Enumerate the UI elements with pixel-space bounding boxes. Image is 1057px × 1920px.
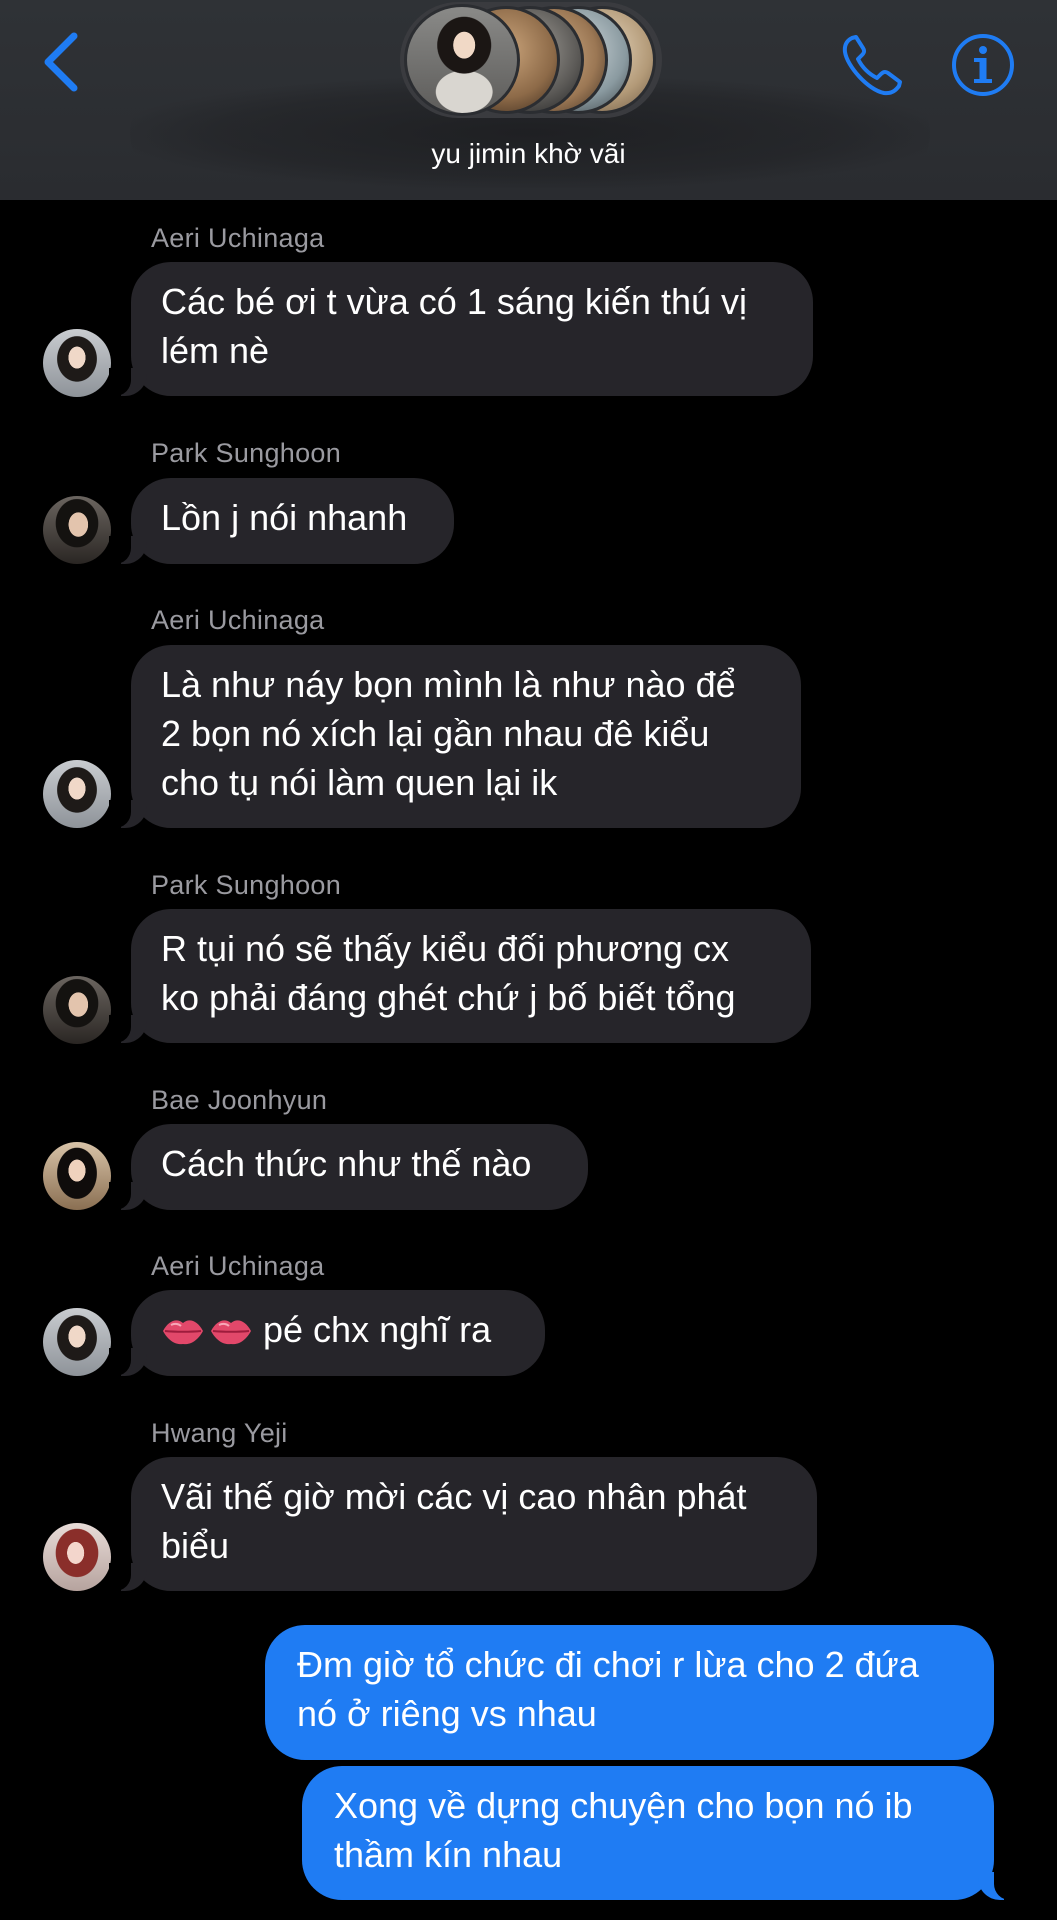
sender-name: Hwang Yeji xyxy=(151,1418,288,1448)
info-icon xyxy=(952,34,1014,96)
message-bubble: pé chx nghĩ ra xyxy=(109,1290,545,1376)
my-message-bubble: Đm giờ tổ chức đi chơi r lừa cho 2 đứa n… xyxy=(265,1625,994,1760)
avatar[interactable] xyxy=(43,760,111,828)
message-line: Lồn j nói nhanh xyxy=(161,497,408,538)
avatar[interactable] xyxy=(43,976,111,1044)
group-name[interactable]: yu jimin khờ vãi xyxy=(0,138,1057,170)
group-avatar-stack[interactable] xyxy=(400,2,662,118)
message-line: ko phải đáng ghét chứ j bố biết tổng xyxy=(161,977,736,1018)
back-button[interactable] xyxy=(34,28,94,98)
sender-name: Park Sunghoon xyxy=(151,870,342,900)
message-line: Đm giờ tổ chức đi chơi r lừa cho 2 đứa xyxy=(297,1644,919,1685)
message-line: R tụi nó sẽ thấy kiểu đối phương cx xyxy=(161,928,730,969)
info-button[interactable] xyxy=(950,32,1016,98)
message-line: nó ở riêng vs nhau xyxy=(297,1693,597,1734)
message-line: Các bé ơi t vừa có 1 sáng kiến thú vị xyxy=(161,281,748,322)
message-line: pé chx nghĩ ra xyxy=(263,1309,492,1350)
sender-name: Bae Joonhyun xyxy=(151,1085,328,1115)
message-line: Vãi thế giờ mời các vị cao nhân phát xyxy=(161,1476,747,1517)
message-bubble: R tụi nó sẽ thấy kiểu đối phương cx ko p… xyxy=(109,909,811,1043)
sender-name: Aeri Uchinaga xyxy=(151,223,325,253)
sender-name: Aeri Uchinaga xyxy=(151,1251,325,1281)
lips-icon xyxy=(161,1311,253,1345)
message-line: Xong về dựng chuyện cho bọn nó ib xyxy=(334,1785,913,1826)
message-line: thầm kín nhau xyxy=(334,1834,563,1875)
sender-name: Park Sunghoon xyxy=(151,438,342,468)
phone-icon xyxy=(842,35,902,96)
message-line: cho tụ nói làm quen lại ik xyxy=(161,762,558,803)
message-line: Cách thức như thế nào xyxy=(161,1143,532,1184)
message-bubble: Là như náy bọn mình là như nào để 2 bọn … xyxy=(109,645,801,828)
group-avatar-1 xyxy=(404,4,520,116)
avatar[interactable] xyxy=(43,1308,111,1376)
sender-name: Aeri Uchinaga xyxy=(151,605,325,635)
message-line: biểu xyxy=(161,1525,230,1566)
chevron-left-icon xyxy=(44,32,78,92)
message-bubble: Cách thức như thế nào xyxy=(109,1124,588,1210)
avatar[interactable] xyxy=(43,1523,111,1591)
avatar[interactable] xyxy=(43,329,111,397)
message-bubble: Các bé ơi t vừa có 1 sáng kiến thú vị lé… xyxy=(109,262,813,396)
avatar[interactable] xyxy=(43,1142,111,1210)
my-message-bubble: Xong về dựng chuyện cho bọn nó ib thầm k… xyxy=(302,1766,1016,1900)
message-bubble: Lồn j nói nhanh xyxy=(109,478,454,564)
message-bubble: Vãi thế giờ mời các vị cao nhân phát biể… xyxy=(109,1457,817,1591)
message-line: 2 bọn nó xích lại gần nhau đê kiểu xyxy=(161,713,710,754)
chat-header: yu jimin khờ vãi xyxy=(0,0,1057,200)
message-line: Là như náy bọn mình là như nào để xyxy=(161,664,736,705)
call-button[interactable] xyxy=(838,30,908,100)
message-line: lém nè xyxy=(161,330,270,371)
avatar[interactable] xyxy=(43,496,111,564)
